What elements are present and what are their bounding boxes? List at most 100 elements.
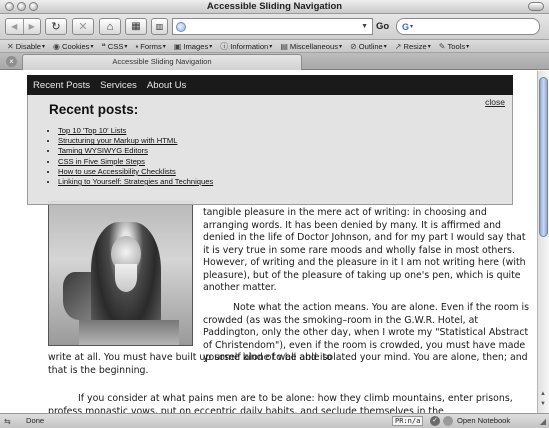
devbar-menu-miscellaneous[interactable]: ▤ Miscellaneous ▾ — [280, 42, 342, 51]
tools-icon: ✎ — [438, 41, 446, 51]
tab-strip: × Accessible Sliding Navigation — [0, 53, 549, 70]
blocker-icon[interactable] — [443, 416, 453, 426]
paragraph-text: tangible pleasure in the mere act of wri… — [203, 207, 526, 293]
article-photo — [48, 201, 193, 346]
window-titlebar: Accessible Sliding Navigation — [0, 0, 549, 14]
chevron-down-icon: ▾ — [427, 43, 431, 50]
site-nav-link[interactable]: Recent Posts — [33, 80, 90, 91]
devbar-menu-tools[interactable]: ✎ Tools ▾ — [439, 42, 469, 51]
panel-close-link[interactable]: close — [485, 97, 505, 107]
home-button[interactable]: ⌂ — [99, 18, 121, 35]
recent-post-link[interactable]: How to use Accessibility Checklists — [58, 167, 213, 177]
back-forward-buttons: ◀ ▶ — [5, 18, 41, 35]
resize-icon: ↗ — [394, 41, 402, 51]
devbar-menu-label: Disable — [15, 41, 42, 51]
vertical-scrollbar[interactable]: ▲ ▼ — [537, 71, 549, 413]
recent-posts-panel: Recent posts: close Top 10 'Top 10' List… — [27, 95, 513, 205]
devbar-menu-outline[interactable]: ⊘ Outline ▾ — [350, 42, 387, 51]
miscellaneous-icon: ▤ — [280, 41, 288, 51]
toolbar-toggle-icon[interactable] — [528, 2, 544, 11]
reload-icon: ↻ — [51, 21, 61, 33]
recent-post-link[interactable]: Top 10 'Top 10' Lists — [58, 126, 213, 136]
site-navigation: Recent Posts Services About Us — [27, 75, 513, 95]
article-paragraph-1: tangible pleasure in the mere act of wri… — [203, 207, 533, 295]
devbar-menu-forms[interactable]: ▪ Forms ▾ — [135, 42, 165, 51]
history-button[interactable]: ▥ — [151, 18, 168, 35]
disable-icon: ✕ — [7, 41, 14, 51]
devbar-menu-resize[interactable]: ↗ Resize ▾ — [395, 42, 431, 51]
devbar-menu-label: Tools — [447, 41, 466, 51]
chevron-down-icon: ▾ — [209, 43, 213, 50]
zoom-window-icon[interactable] — [29, 2, 38, 11]
forms-icon: ▪ — [135, 41, 139, 51]
open-notebook-button[interactable]: Open Notebook — [457, 416, 510, 425]
back-arrow-icon[interactable]: ◀ — [6, 22, 23, 31]
status-bar: ⇆ Done PR:n/a ✓ Open Notebook ◢ — [0, 413, 549, 428]
window-controls — [5, 2, 38, 11]
scroll-up-icon[interactable]: ▲ — [540, 391, 546, 397]
recent-post-link[interactable]: Structuring your Markup with HTML — [58, 136, 213, 146]
stop-icon: ✕ — [78, 21, 88, 33]
images-icon: ▣ — [173, 41, 182, 51]
devbar-menu-label: Outline — [358, 41, 383, 51]
recent-post-link[interactable]: CSS in Five Simple Steps — [58, 157, 213, 167]
site-icon — [176, 21, 186, 32]
status-text: Done — [26, 416, 45, 425]
devbar-menu-css[interactable]: ❝ CSS ▾ — [101, 42, 127, 51]
forward-arrow-icon[interactable]: ▶ — [24, 22, 41, 31]
validation-check-icon[interactable]: ✓ — [430, 416, 440, 426]
search-box[interactable]: G ▾ — [396, 18, 540, 35]
article-paragraph-2-continued: write at all. You must have built up som… — [48, 352, 533, 377]
devbar-menu-label: Forms — [140, 41, 162, 51]
close-window-icon[interactable] — [5, 2, 14, 11]
connection-icon: ⇆ — [4, 417, 11, 426]
home-icon: ⌂ — [106, 20, 114, 33]
url-dropdown-icon[interactable]: ▼ — [361, 23, 368, 30]
panel-heading: Recent posts: — [49, 102, 139, 117]
bookmarks-button[interactable]: ▦ — [125, 18, 147, 35]
devbar-menu-disable[interactable]: ✕ Disable ▾ — [7, 42, 45, 51]
devbar-menu-information[interactable]: ⓘ Information ▾ — [220, 41, 272, 52]
devbar-menu-label: Miscellaneous — [289, 41, 338, 51]
css-icon: ❝ — [101, 41, 106, 51]
pagerank-indicator[interactable]: PR:n/a — [392, 416, 424, 426]
tab-active[interactable]: Accessible Sliding Navigation — [22, 54, 302, 70]
scroll-down-icon[interactable]: ▼ — [540, 401, 546, 407]
devbar-menu-cookies[interactable]: ◉ Cookies ▾ — [53, 42, 93, 51]
search-engine-dropdown-icon[interactable]: ▾ — [410, 23, 413, 30]
chevron-down-icon: ▾ — [90, 43, 94, 50]
recent-post-link[interactable]: Taming WYSIWYG Editors — [58, 146, 213, 156]
devbar-menu-label: Resize — [403, 41, 427, 51]
chevron-down-icon: ▾ — [339, 43, 343, 50]
photo-shape — [115, 264, 137, 292]
chevron-down-icon: ▾ — [383, 43, 387, 50]
recent-post-link[interactable]: Linking to Yourself: Strategies and Tech… — [58, 177, 213, 187]
devbar-menu-images[interactable]: ▣ Images ▾ — [174, 42, 212, 51]
search-engine-icon[interactable]: G — [402, 22, 409, 32]
scrollbar-thumb[interactable] — [539, 77, 548, 237]
chevron-down-icon: ▾ — [124, 43, 128, 50]
address-bar[interactable]: ▼ — [172, 18, 373, 35]
web-developer-toolbar: ✕ Disable ▾ ◉ Cookies ▾ ❝ CSS ▾ ▪ Forms ▾ ▣ Images ▾ ⓘ I… — [0, 40, 549, 53]
history-icon: ▥ — [155, 22, 164, 31]
stop-button[interactable]: ✕ — [72, 18, 94, 35]
paragraph-text: write at all. You must have built up som… — [48, 352, 528, 376]
tab-close-icon[interactable]: × — [6, 56, 17, 67]
page-viewport: tangible pleasure in the mere act of wri… — [0, 71, 537, 413]
resize-grip-icon[interactable]: ◢ — [540, 417, 546, 426]
minimize-window-icon[interactable] — [17, 2, 26, 11]
photo-shape — [79, 320, 179, 345]
window-title: Accessible Sliding Navigation — [206, 1, 343, 12]
article-paragraph-3: If you consider at what pains men are to… — [48, 393, 533, 413]
devbar-menu-label: CSS — [107, 41, 124, 51]
site-nav-link[interactable]: About Us — [147, 80, 186, 91]
chevron-down-icon: ▾ — [42, 43, 46, 50]
go-button[interactable]: Go — [376, 21, 389, 32]
outline-icon: ⊘ — [350, 41, 357, 51]
tab-title: Accessible Sliding Navigation — [112, 57, 212, 66]
site-nav-link[interactable]: Services — [100, 80, 137, 91]
navigation-toolbar: ◀ ▶ ↻ ✕ ⌂ ▦ ▥ ▼ Go G ▾ — [0, 14, 549, 40]
chevron-down-icon: ▾ — [466, 43, 470, 50]
url-input[interactable] — [189, 19, 362, 34]
reload-button[interactable]: ↻ — [45, 18, 67, 35]
